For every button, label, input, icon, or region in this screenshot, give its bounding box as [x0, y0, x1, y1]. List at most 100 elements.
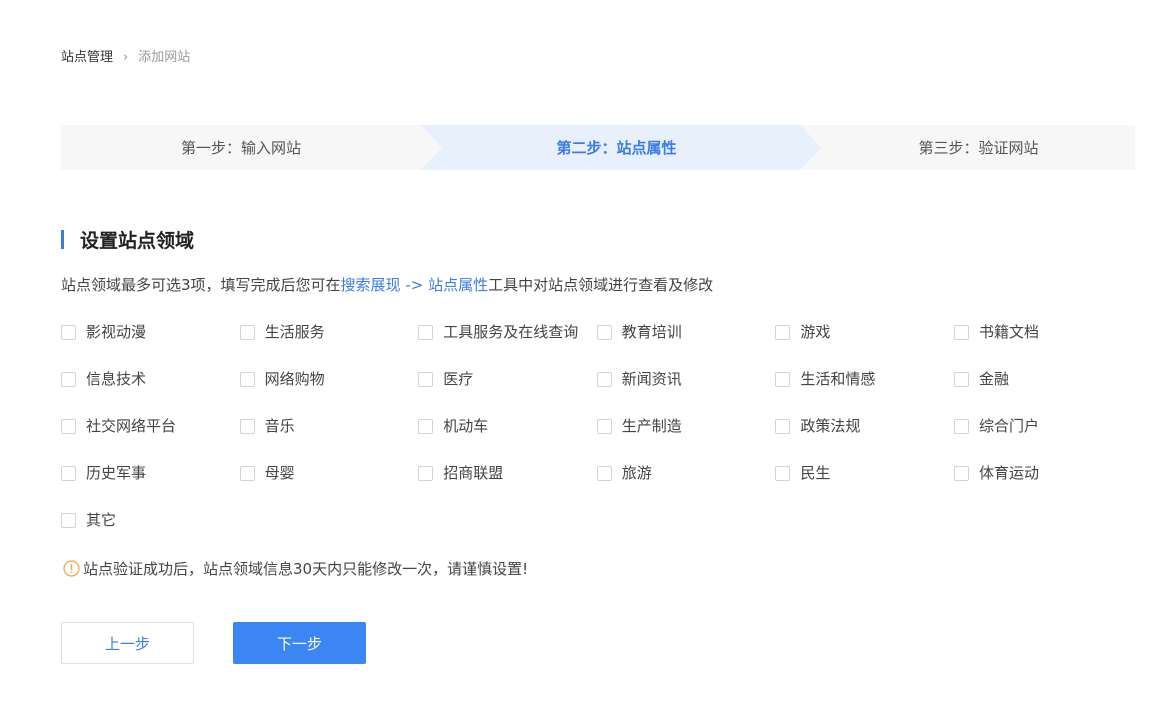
category-checkbox-item[interactable]: 综合门户 — [953, 416, 1133, 463]
checkbox[interactable] — [418, 466, 434, 481]
category-label: 金融 — [978, 370, 1009, 388]
breadcrumb-add-site: 添加网站 — [138, 50, 191, 65]
chevron-right-icon: › — [123, 50, 129, 65]
checkbox[interactable] — [61, 466, 76, 481]
checkbox[interactable] — [418, 325, 434, 340]
checkbox[interactable] — [61, 372, 76, 387]
category-checkbox-item[interactable]: 体育运动 — [953, 463, 1133, 510]
category-checkbox-item[interactable]: 社交网络平台 — [61, 416, 240, 463]
title-accent-bar — [61, 230, 64, 249]
category-checkbox-grid: 影视动漫 生活服务 工具服务及在线查询 教育培训 游戏 书籍文档信息技术 网络购物 医疗 新闻资… — [61, 322, 1141, 557]
category-label: 民生 — [800, 464, 831, 482]
checkbox[interactable] — [418, 372, 434, 387]
checkbox[interactable] — [775, 372, 791, 387]
category-checkbox-item[interactable]: 旅游 — [596, 463, 776, 510]
checkbox[interactable] — [239, 466, 255, 481]
category-label: 生活服务 — [264, 323, 325, 341]
step-3: 第三步：验证网站 — [800, 125, 1135, 170]
checkbox[interactable] — [239, 325, 255, 340]
checkbox[interactable] — [596, 466, 612, 481]
category-checkbox-item[interactable]: 音乐 — [239, 416, 419, 463]
category-label: 政策法规 — [800, 417, 861, 435]
checkbox[interactable] — [596, 325, 612, 340]
checkbox[interactable] — [61, 325, 76, 340]
desc-suffix: 工具中对站点领域进行查看及修改 — [488, 276, 714, 294]
step-1-label: 第一步：输入网站 — [180, 139, 301, 157]
category-label: 生活和情感 — [800, 370, 876, 388]
step-indicator: 第一步：输入网站 第三步：验证网站 第二步：站点属性 — [61, 125, 1135, 170]
checkbox[interactable] — [953, 325, 969, 340]
category-label: 综合门户 — [978, 417, 1039, 435]
category-label: 教育培训 — [621, 323, 682, 341]
category-checkbox-item[interactable]: 信息技术 — [61, 369, 240, 416]
step-1: 第一步：输入网站 — [61, 125, 421, 170]
desc-prefix: 站点领域最多可选3项，填写完成后您可在 — [61, 276, 341, 294]
category-checkbox-item[interactable]: 医疗 — [418, 369, 597, 416]
category-label: 新闻资讯 — [621, 370, 682, 388]
category-label: 信息技术 — [86, 370, 147, 388]
category-checkbox-item[interactable]: 政策法规 — [775, 416, 954, 463]
category-checkbox-item[interactable]: 历史军事 — [61, 463, 240, 510]
checkbox[interactable] — [418, 419, 434, 434]
section-description: 站点领域最多可选3项，填写完成后您可在搜索展现 -> 站点属性工具中对站点领域进… — [61, 275, 713, 295]
category-row: 历史军事 母婴 招商联盟 旅游 民生 体育运动 — [61, 463, 1141, 510]
notice: 站点验证成功后，站点领域信息30天内只能修改一次，请谨慎设置! — [63, 558, 528, 579]
step-2-active: 第二步：站点属性 — [421, 125, 800, 170]
category-label: 招商联盟 — [443, 464, 504, 482]
category-checkbox-item[interactable]: 教育培训 — [596, 322, 776, 369]
category-label: 医疗 — [443, 370, 474, 388]
category-label: 游戏 — [800, 323, 831, 341]
category-label: 网络购物 — [264, 370, 325, 388]
category-checkbox-item[interactable]: 游戏 — [775, 322, 954, 369]
category-row: 社交网络平台 音乐 机动车 生产制造 政策法规 综合门户 — [61, 416, 1141, 463]
section-title: 设置站点领域 — [61, 226, 194, 253]
prev-step-button[interactable]: 上一步 — [61, 622, 194, 664]
next-step-button[interactable]: 下一步 — [233, 622, 366, 664]
checkbox[interactable] — [775, 325, 791, 340]
search-display-link[interactable]: 搜索展现 -> 站点属性 — [341, 276, 489, 294]
category-checkbox-item[interactable]: 生活和情感 — [775, 369, 954, 416]
category-label: 母婴 — [264, 464, 295, 482]
section-title-text: 设置站点领域 — [80, 230, 195, 252]
checkbox[interactable] — [953, 466, 969, 481]
category-checkbox-item[interactable]: 工具服务及在线查询 — [418, 322, 597, 369]
checkbox[interactable] — [596, 372, 612, 387]
category-checkbox-item[interactable]: 机动车 — [418, 416, 597, 463]
category-checkbox-item[interactable]: 网络购物 — [239, 369, 419, 416]
category-checkbox-item[interactable]: 其它 — [61, 510, 240, 557]
category-checkbox-item[interactable]: 金融 — [953, 369, 1133, 416]
checkbox[interactable] — [239, 372, 255, 387]
breadcrumb: 站点管理 › 添加网站 — [61, 49, 190, 67]
category-label: 工具服务及在线查询 — [443, 323, 579, 341]
checkbox[interactable] — [61, 513, 76, 528]
category-label: 机动车 — [443, 417, 489, 435]
checkbox[interactable] — [953, 372, 969, 387]
category-label: 音乐 — [264, 417, 295, 435]
category-label: 其它 — [86, 511, 117, 529]
category-row: 信息技术 网络购物 医疗 新闻资讯 生活和情感 金融 — [61, 369, 1141, 416]
category-checkbox-item[interactable]: 新闻资讯 — [596, 369, 776, 416]
category-checkbox-item[interactable]: 书籍文档 — [953, 322, 1133, 369]
category-checkbox-item[interactable]: 影视动漫 — [61, 322, 240, 369]
step-2-label: 第二步：站点属性 — [556, 139, 677, 157]
checkbox[interactable] — [775, 419, 791, 434]
category-checkbox-item[interactable]: 招商联盟 — [418, 463, 597, 510]
category-label: 生产制造 — [621, 417, 682, 435]
breadcrumb-site-management[interactable]: 站点管理 — [61, 49, 113, 67]
checkbox[interactable] — [61, 419, 76, 434]
category-checkbox-item[interactable]: 生活服务 — [239, 322, 419, 369]
category-label: 历史军事 — [86, 464, 147, 482]
checkbox[interactable] — [775, 466, 791, 481]
checkbox[interactable] — [596, 419, 612, 434]
category-checkbox-item[interactable]: 民生 — [775, 463, 954, 510]
category-checkbox-item[interactable]: 母婴 — [239, 463, 419, 510]
category-checkbox-item[interactable]: 生产制造 — [596, 416, 776, 463]
checkbox[interactable] — [953, 419, 969, 434]
category-row: 影视动漫 生活服务 工具服务及在线查询 教育培训 游戏 书籍文档 — [61, 322, 1141, 369]
category-label: 社交网络平台 — [86, 417, 177, 435]
warning-circle-icon — [63, 560, 80, 577]
step-3-label: 第三步：验证网站 — [918, 139, 1039, 157]
notice-text: 站点验证成功后，站点领域信息30天内只能修改一次，请谨慎设置! — [83, 560, 529, 578]
category-label: 体育运动 — [978, 464, 1039, 482]
checkbox[interactable] — [239, 419, 255, 434]
